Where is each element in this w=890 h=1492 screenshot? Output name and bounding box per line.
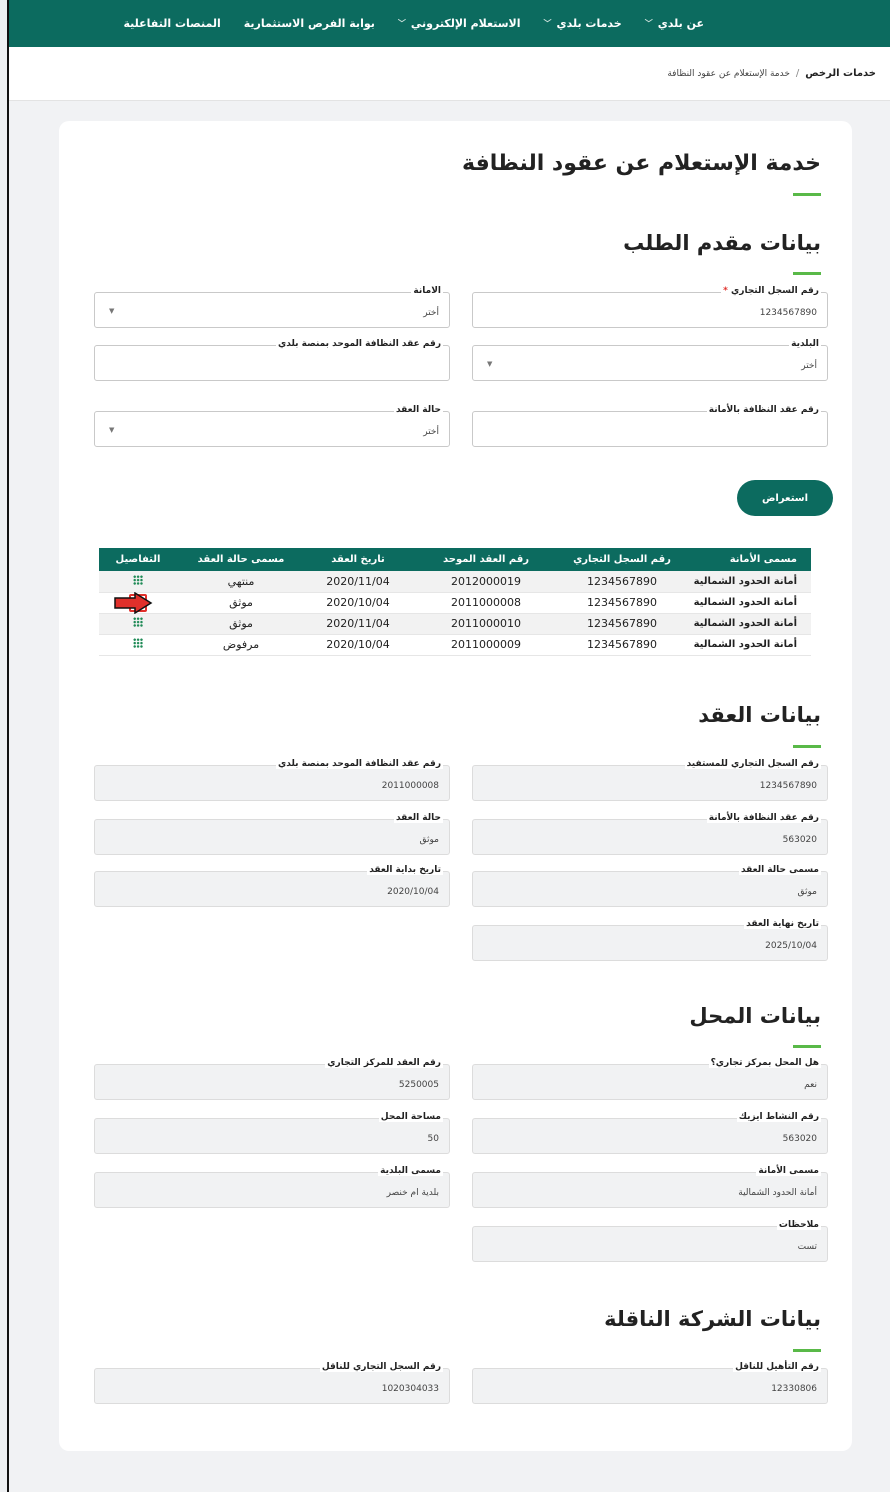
top-navbar: عن بلدي ﹀ خدمات بلدي ﹀ الاستعلام الإلكترون… [9,0,890,47]
table-row[interactable]: أمانة الحدود الشمالية 1234567890 2011000… [99,591,811,614]
nav-item-platforms[interactable]: المنصات التفاعلية [124,17,221,30]
beneficiary-cr-field: رقم السجل التجاري للمستفيد 1234567890 [472,759,828,801]
unified-contract-field: رقم عقد النظافة الموحد بمنصة بلدي 201100… [94,759,450,801]
amana-select[interactable]: الامانة أختر ▼ [94,286,450,328]
isic-field: رقم النشاط ايزيك 563020 [472,1112,828,1154]
breadcrumb: خدمات الرخص / خدمة الإستعلام عن عقود الن… [9,47,890,101]
carrier-heading: بيانات الشركة الناقلة [604,1307,821,1331]
breadcrumb-separator: / [795,68,800,79]
contract-underline [793,745,821,748]
table-row[interactable]: أمانة الحدود الشمالية 1234567890 2011000… [99,613,811,635]
amana-contract-input[interactable]: رقم عقد النظافة بالأمانة [472,405,828,447]
applicant-underline [793,272,821,275]
nav-item-services[interactable]: خدمات بلدي ﹀ [544,17,622,30]
contract-status-select[interactable]: حالة العقد أختر ▼ [94,405,450,447]
pointer-arrow-icon [114,591,153,614]
notes-field: ملاحظات تست [472,1220,828,1262]
chevron-down-icon: ﹀ [644,19,653,28]
amana-name-field: مسمى الأمانة أمانة الحدود الشمالية [472,1166,828,1208]
carrier-underline [793,1349,821,1352]
table-row[interactable]: أمانة الحدود الشمالية 1234567890 2012000… [99,571,811,593]
details-grid-icon[interactable] [133,574,143,585]
commercial-reg-input[interactable]: رقم السجل التجاري * 1234567890 [472,286,828,328]
search-button[interactable]: استعراض [737,480,833,516]
contract-status-name-field: مسمى حالة العقد موثق [472,865,828,907]
shop-area-field: مساحة المحل 50 [94,1112,450,1154]
table-row[interactable]: أمانة الحدود الشمالية 1234567890 2011000… [99,634,811,656]
contract-heading: بيانات العقد [698,703,821,727]
details-grid-icon[interactable] [133,638,143,648]
title-underline [793,193,821,196]
mall-contract-field: رقم العقد للمركز التجاري 5250005 [94,1058,450,1100]
chevron-down-icon: ﹀ [543,19,552,28]
page-frame: عن بلدي ﹀ خدمات بلدي ﹀ الاستعلام الإلكترون… [7,0,890,1492]
page-title: خدمة الإستعلام عن عقود النظافة [462,151,821,176]
baladiya-name-field: مسمى البلدية بلدية ام خنصر [94,1166,450,1208]
caret-down-icon: ▼ [109,426,115,434]
unified-contract-input[interactable]: رقم عقد النظافة الموحد بمنصة بلدي [94,339,450,381]
table-header-row: مسمى الأمانة رقم السجل التجاري رقم العقد… [99,548,811,571]
carrier-cr-field: رقم السجل التجاري للناقل 1020304033 [94,1362,450,1404]
shop-heading: بيانات المحل [689,1004,821,1028]
applicant-heading: بيانات مقدم الطلب [623,231,821,255]
results-table: مسمى الأمانة رقم السجل التجاري رقم العقد… [99,548,811,656]
carrier-insurance-field: رقم التأهيل للناقل 12330806 [472,1362,828,1404]
details-grid-icon[interactable] [133,617,143,627]
caret-down-icon: ▼ [487,360,493,368]
chevron-down-icon: ﹀ [397,19,406,28]
required-marker: * [723,286,728,296]
nav-item-investment[interactable]: بوابة الفرص الاستثمارية [244,17,375,30]
breadcrumb-current: خدمة الإستعلام عن عقود النظافة [667,68,790,79]
amana-contract-field: رقم عقد النظافة بالأمانة 563020 [472,813,828,855]
nav-item-inquiry[interactable]: الاستعلام الإلكتروني ﹀ [398,17,521,30]
contract-start-date-field: تاريخ بداية العقد 2020/10/04 [94,865,450,907]
contract-end-date-field: تاريخ نهاية العقد 2025/10/04 [472,919,828,961]
nav-item-about[interactable]: عن بلدي ﹀ [645,17,704,30]
main-card: خدمة الإستعلام عن عقود النظافة بيانات مق… [59,121,852,1451]
baladiya-select[interactable]: البلدية أختر ▼ [472,339,828,381]
contract-status-field: حالة العقد موثق [94,813,450,855]
shop-underline [793,1045,821,1048]
caret-down-icon: ▼ [109,307,115,315]
breadcrumb-root[interactable]: خدمات الرخص [805,68,876,79]
in-mall-field: هل المحل بمركز تجاري؟ نعم [472,1058,828,1100]
